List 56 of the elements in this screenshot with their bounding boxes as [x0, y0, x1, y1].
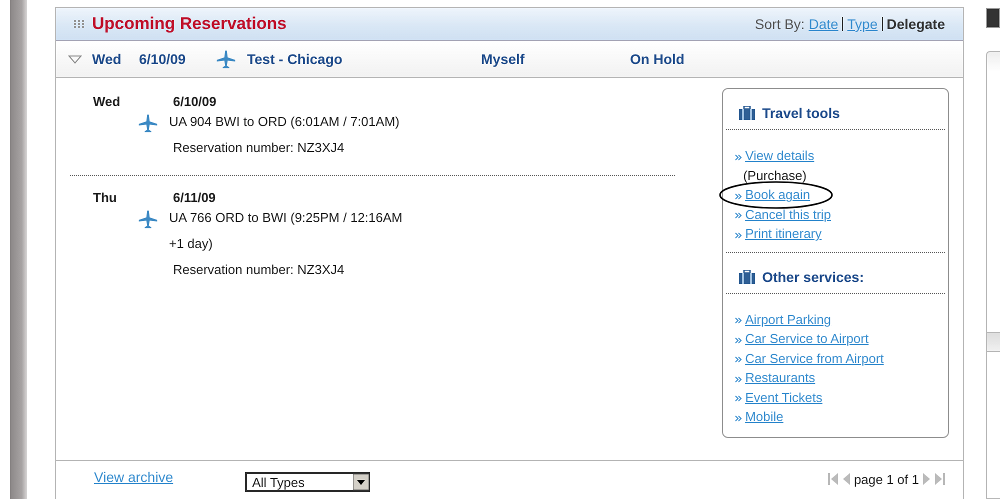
trip-traveler: Myself	[481, 51, 526, 67]
double-chevron-icon	[735, 212, 742, 220]
dropdown-arrow-icon	[353, 474, 370, 490]
grip-icon	[74, 20, 84, 28]
sort-option[interactable]: Date	[808, 16, 838, 32]
segment-date: 6/11/09	[173, 190, 216, 207]
last-page-icon[interactable]	[935, 472, 945, 486]
trip-date: 6/10/09	[139, 51, 187, 67]
airplane-icon	[137, 209, 159, 229]
flight-details: UA 904 BWI to ORD (6:01AM / 7:01AM)	[169, 113, 400, 131]
briefcase-icon	[739, 270, 756, 284]
double-chevron-icon	[735, 232, 742, 239]
tool-link[interactable]: View details	[745, 148, 814, 164]
airplane-icon	[137, 113, 159, 133]
tool-link[interactable]: Restaurants	[745, 370, 816, 386]
reservation-number: Reservation number: NZ3XJ4	[173, 262, 344, 277]
airplane-icon	[215, 49, 237, 69]
flight-details: UA 766 ORD to BWI (9:25PM / 12:16AM +1 day)	[169, 209, 404, 253]
sort-option[interactable]: Type	[847, 16, 878, 32]
double-chevron-icon	[735, 336, 742, 344]
tool-link[interactable]: Cancel this trip	[745, 206, 832, 222]
sort-label: Sort By:	[754, 16, 805, 32]
tool-link[interactable]: Event Tickets	[745, 390, 822, 405]
briefcase-icon	[739, 106, 756, 120]
double-chevron-icon	[735, 395, 742, 402]
trip-status: On Hold	[630, 51, 684, 67]
trip-name[interactable]: Test - Chicago	[247, 51, 481, 67]
tool-link[interactable]: Mobile	[745, 409, 784, 424]
reservation-number: Reservation number: NZ3XJ4	[173, 140, 344, 155]
segment-day: Wed	[93, 94, 173, 114]
view-archive-link[interactable]: View archive	[94, 469, 174, 485]
page-indicator: page 1 of 1	[854, 472, 919, 486]
double-chevron-icon	[735, 356, 742, 364]
double-chevron-icon	[735, 192, 742, 200]
tool-link[interactable]: Print itinerary	[745, 226, 822, 242]
segment-date: 6/10/09	[173, 94, 216, 111]
side-panel-corner	[986, 8, 1000, 28]
expand-triangle-icon[interactable]	[68, 54, 82, 64]
first-page-icon[interactable]	[828, 472, 838, 486]
link-note: (Purchase)	[742, 166, 808, 185]
tool-link[interactable]: Airport Parking	[745, 312, 832, 327]
double-chevron-icon	[735, 376, 742, 383]
type-dropdown[interactable]: All Types	[245, 472, 370, 492]
double-chevron-icon	[735, 414, 742, 422]
section-title: Other services:	[762, 268, 864, 284]
segment-day: Thu	[93, 190, 173, 210]
section-title: Travel tools	[762, 105, 840, 121]
sort-option[interactable]: Delegate	[886, 16, 945, 32]
previous-page-icon[interactable]	[842, 472, 850, 486]
tool-link[interactable]: Car Service to Airport	[745, 331, 869, 346]
double-chevron-icon	[735, 317, 742, 324]
next-page-icon[interactable]	[923, 472, 931, 486]
panel-title: Upcoming Reservations	[92, 14, 287, 34]
tool-link[interactable]: Car Service from Airport	[745, 350, 884, 366]
double-chevron-icon	[735, 154, 742, 161]
trip-day: Wed	[92, 51, 139, 67]
